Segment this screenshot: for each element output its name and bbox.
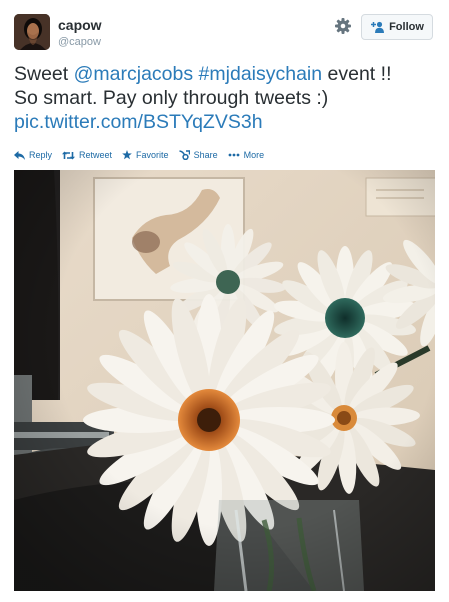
hashtag-link[interactable]: #mjdaisychain	[199, 63, 323, 85]
tweet-text: Sweet @marcjacobs #mjdaisychain event !!…	[14, 62, 439, 134]
add-user-icon	[370, 21, 385, 33]
tweet-card: capow @capow Follow Sweet @marcjacobs #m…	[0, 0, 449, 602]
retweet-label: Retweet	[79, 150, 113, 160]
tweet-line-1: Sweet @marcjacobs #mjdaisychain event !!	[14, 62, 439, 86]
favorite-button[interactable]: Favorite	[122, 150, 169, 160]
follow-label: Follow	[389, 21, 424, 33]
ellipsis-icon	[228, 153, 239, 157]
screen-name[interactable]: @capow	[58, 36, 101, 48]
reply-button[interactable]: Reply	[14, 150, 52, 160]
share-icon	[178, 150, 190, 160]
share-label: Share	[193, 150, 218, 160]
avatar[interactable]	[14, 14, 50, 50]
favorite-label: Favorite	[136, 150, 169, 160]
share-button[interactable]: Share	[178, 150, 218, 160]
gear-icon[interactable]	[334, 17, 352, 35]
follow-button[interactable]: Follow	[361, 14, 433, 40]
retweet-button[interactable]: Retweet	[62, 150, 112, 160]
reply-icon	[14, 150, 25, 160]
display-name[interactable]: capow	[58, 17, 102, 33]
tweet-text-end: event !!	[322, 63, 392, 85]
more-label: More	[243, 150, 265, 160]
tweet-actions: Reply Retweet Favorite Share More	[14, 148, 274, 162]
tweet-text-start: Sweet	[14, 63, 74, 85]
mention-link[interactable]: @marcjacobs	[74, 63, 194, 85]
tweet-line-2: So smart. Pay only through tweets :)	[14, 87, 329, 109]
more-button[interactable]: More	[228, 150, 265, 160]
media-link[interactable]: pic.twitter.com/BSTYqZVS3h	[14, 110, 439, 134]
tweet-photo[interactable]	[14, 170, 435, 591]
star-icon	[122, 150, 132, 160]
retweet-icon	[62, 151, 76, 159]
reply-label: Reply	[29, 150, 53, 160]
